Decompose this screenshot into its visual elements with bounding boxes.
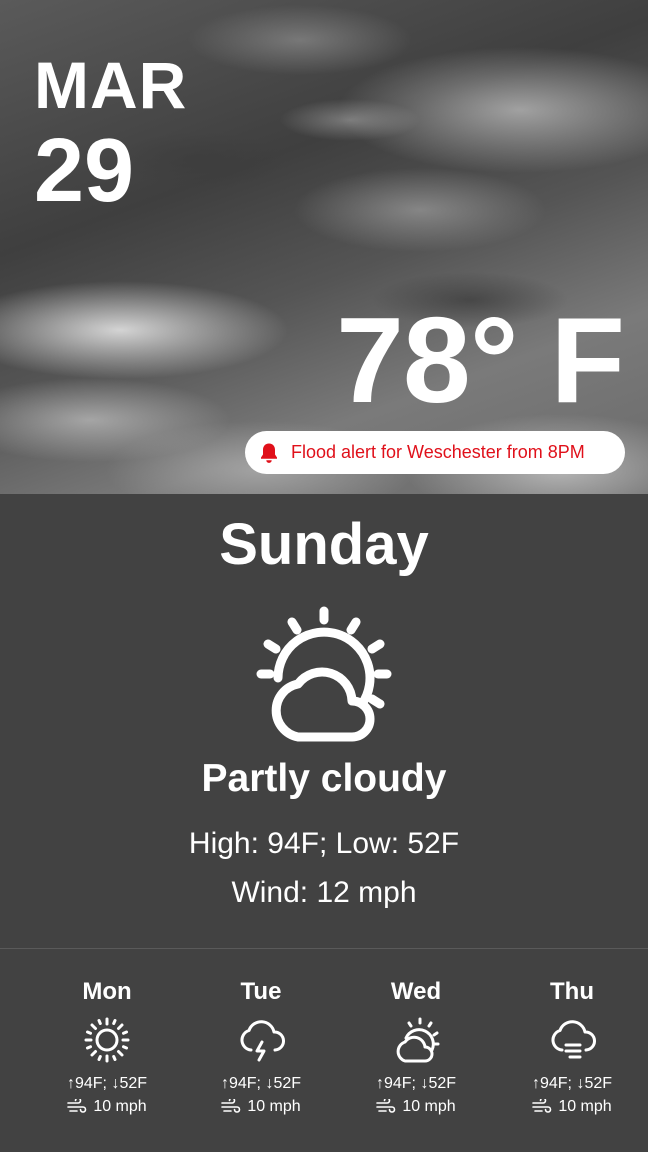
forecast-high-low: ↑94F; ↓52F (531, 1075, 613, 1092)
wind-icon (532, 1099, 552, 1113)
forecast-high-low: ↑94F; ↓52F (66, 1075, 148, 1092)
forecast-wind: 10 mph (336, 1097, 496, 1117)
today-summary: Sunday Partly cloudy High: 94F; Low: 52F… (0, 494, 648, 949)
forecast-day-tue[interactable]: Tue ↑94F; ↓52F 10 mph (181, 978, 341, 1117)
forecast-day-wed[interactable]: Wed ↑94F; ↓52F 10 mph (336, 978, 496, 1117)
today-day-name: Sunday (219, 512, 429, 577)
partly-cloudy-icon (256, 606, 392, 742)
forecast-wind-value: 10 mph (247, 1098, 301, 1115)
alert-text: Flood alert for Weschester from 8PM (291, 442, 585, 462)
today-high-low: High: 94F; Low: 52F (188, 827, 460, 860)
forecast-wind-value: 10 mph (402, 1098, 456, 1115)
date-day: 29 (34, 121, 135, 221)
forecast-wind: 10 mph (181, 1097, 341, 1117)
current-temperature: 78° F (336, 292, 625, 428)
forecast-day-thu[interactable]: Thu ↑94F; ↓52F 10 mph (492, 978, 648, 1117)
hero-weather-image: MAR 29 78° F Flood alert for Weschester … (0, 0, 648, 494)
fog-icon (551, 1020, 596, 1059)
sunny-icon (84, 1017, 130, 1063)
forecast-high-low: ↑94F; ↓52F (375, 1075, 457, 1092)
forecast-day-mon[interactable]: Mon ↑94F; ↓52F 10 mph (27, 978, 187, 1117)
wind-icon (221, 1099, 241, 1113)
bell-icon (261, 443, 277, 463)
thunderstorm-icon (240, 1020, 285, 1062)
forecast-day-name: Thu (550, 978, 594, 1005)
forecast-wind-value: 10 mph (558, 1098, 612, 1115)
today-condition: Partly cloudy (201, 757, 447, 800)
forecast-wind: 10 mph (492, 1097, 648, 1117)
forecast-day-name: Mon (82, 978, 132, 1005)
wind-icon (67, 1099, 87, 1113)
wind-icon (376, 1099, 396, 1113)
forecast-day-name: Wed (390, 978, 442, 1005)
forecast-day-name: Tue (240, 978, 282, 1005)
today-wind: Wind: 12 mph (231, 876, 417, 909)
partly-cloudy-icon (396, 1017, 440, 1063)
forecast-high-low: ↑94F; ↓52F (220, 1075, 302, 1092)
forecast-strip: Mon ↑94F; ↓52F 10 mph Tue ↑94F; ↓52F 10 … (0, 948, 648, 1151)
forecast-wind-value: 10 mph (93, 1098, 147, 1115)
forecast-wind: 10 mph (27, 1097, 187, 1117)
flood-alert-banner[interactable]: Flood alert for Weschester from 8PM (245, 431, 625, 474)
date-month: MAR (34, 48, 188, 122)
